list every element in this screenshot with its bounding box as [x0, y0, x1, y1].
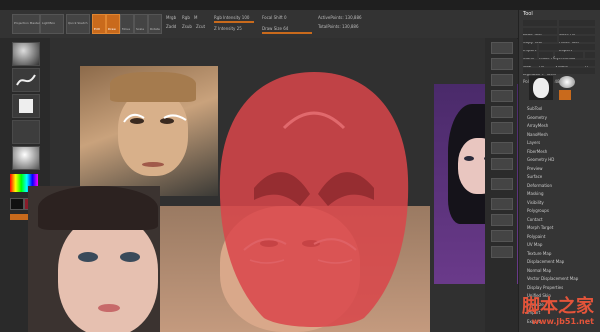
main-color-swatch[interactable] — [10, 198, 24, 210]
tool-subpalette-item[interactable]: Deformation — [527, 183, 552, 188]
tool-subpalette-item[interactable]: Display Properties — [527, 285, 563, 290]
tool-subpalette-item[interactable]: Masking — [527, 191, 544, 196]
polymesh-head[interactable] — [214, 68, 414, 332]
draw-size-fill — [262, 32, 312, 34]
menu-bar: AlphaBrushColorDocumentDrawEditFileLayer… — [0, 0, 600, 16]
rgb-intensity-slider[interactable]: Rgb Intensity 100 — [214, 15, 249, 20]
tool-subpalette-item[interactable]: Contact — [527, 217, 543, 222]
tool-subpalette-item[interactable]: Layers — [527, 140, 540, 145]
tool-subpalette-item[interactable]: SubTool — [527, 106, 542, 111]
rotate-mode-button[interactable]: Rotate — [148, 14, 162, 34]
tool-subpalette-item[interactable]: Texture Map — [527, 251, 551, 256]
tool-subpalette-item[interactable]: Displacement Map — [527, 259, 564, 264]
local-button[interactable] — [491, 178, 513, 190]
tool-subpalette-item[interactable]: Preview — [527, 166, 543, 171]
edit-mode-button[interactable]: Edit — [92, 14, 106, 34]
quick-sketch-button[interactable]: Quick Sketch — [66, 14, 90, 34]
watermark-title: 脚本之家 — [522, 296, 594, 317]
copy-tool-button[interactable]: Copy Tool — [523, 28, 557, 44]
all-button[interactable]: All — [539, 52, 553, 68]
reference-photo-top — [80, 66, 218, 196]
bpr-button[interactable] — [491, 42, 513, 54]
make-polymesh-button[interactable]: Make PolyMesh3D — [539, 44, 595, 60]
spix-button[interactable] — [491, 58, 513, 70]
move-mode-button[interactable]: Move — [120, 14, 134, 34]
tool-tray-title: Tool — [523, 11, 533, 17]
scale-mode-button[interactable]: Scale — [134, 14, 148, 34]
tool-subpalette-item[interactable]: Polygroups — [527, 208, 549, 213]
stroke-selector-icon[interactable] — [12, 68, 40, 92]
aahalf-button[interactable] — [491, 122, 513, 134]
tool-subpalette-item[interactable]: FiberMesh — [527, 149, 547, 154]
move-view-button[interactable] — [491, 214, 513, 226]
tool-subpalette-item[interactable]: ArrayMesh — [527, 123, 548, 128]
scale-view-button[interactable] — [491, 230, 513, 242]
tool-tray: Tool Load Tool Save As Copy Tool Paste T… — [518, 10, 600, 332]
tool-subpalette-item[interactable]: Geometry HD — [527, 157, 554, 162]
tool-subpalette-item[interactable]: Polypaint — [527, 234, 545, 239]
zcut-toggle[interactable]: Zcut — [196, 24, 205, 29]
document-canvas[interactable] — [28, 38, 518, 332]
rotate-view-button[interactable] — [491, 246, 513, 258]
tool-subpalette-item[interactable]: NanoMesh — [527, 132, 548, 137]
watermark-url: www.jb51.net — [531, 317, 594, 326]
tool-subpalette-item[interactable]: Geometry — [527, 115, 547, 120]
actual-button[interactable] — [491, 106, 513, 118]
right-canvas-shelf — [485, 38, 517, 332]
goz-button[interactable]: GoZ — [523, 52, 537, 68]
top-toolbar: Projection Master LightBox Quick Sketch … — [0, 10, 518, 39]
r-button[interactable]: R — [585, 52, 595, 68]
frame-button[interactable] — [491, 198, 513, 210]
tool-subpalette-item[interactable]: Normal Map — [527, 268, 551, 273]
import-button[interactable]: Import — [523, 36, 557, 52]
draw-size-slider[interactable]: Draw Size 64 — [262, 26, 288, 31]
clone-button[interactable]: Clone — [523, 44, 537, 60]
alpha-selector-icon[interactable] — [12, 94, 40, 118]
tool-subpalette-item[interactable]: Surface — [527, 174, 542, 179]
rgb-toggle[interactable]: Rgb — [182, 15, 190, 20]
load-tool-button[interactable]: Load Tool — [523, 20, 557, 36]
reference-illustration-left — [28, 186, 160, 332]
floor-button[interactable] — [491, 158, 513, 170]
active-points-readout: ActivePoints: 130,886 — [318, 15, 362, 20]
zsub-toggle[interactable]: Zsub — [182, 24, 192, 29]
zoom-button[interactable] — [491, 90, 513, 102]
simple-brush-icon[interactable] — [559, 90, 571, 100]
material-selector-icon[interactable] — [12, 146, 40, 170]
visible-button[interactable]: Visible — [555, 52, 583, 68]
texture-selector-icon[interactable] — [12, 120, 40, 144]
current-tool-thumbnail[interactable] — [529, 76, 553, 100]
paste-tool-button[interactable]: Paste Tool — [559, 28, 595, 44]
watermark: 脚本之家 www.jb51.net — [522, 296, 594, 327]
lightbox-tools-button[interactable]: Lightbox > Tools — [523, 60, 595, 76]
export-button[interactable]: Export — [559, 36, 595, 52]
zadd-toggle[interactable]: Zadd — [166, 24, 176, 29]
current-tool-label: PolyMesh3D_1. 48 — [523, 68, 595, 84]
tool-subpalette-list: SubTool Geometry ArrayMesh NanoMesh Layers Fi… — [523, 106, 597, 328]
rgb-intensity-fill — [214, 21, 254, 23]
draw-mode-button[interactable]: Draw — [106, 14, 120, 34]
focal-shift-slider[interactable]: Focal Shift 0 — [262, 15, 287, 20]
save-as-button[interactable]: Save As — [559, 20, 595, 36]
m-toggle[interactable]: M — [194, 15, 197, 20]
tool-subpalette-item[interactable]: UV Map — [527, 242, 542, 247]
total-points-readout: TotalPoints: 130,886 — [318, 24, 359, 29]
tool-subpalette-item[interactable]: Morph Target — [527, 225, 553, 230]
projection-master-button[interactable]: Projection Master — [12, 14, 40, 34]
tool-subpalette-item[interactable]: Vector Displacement Map — [527, 276, 578, 281]
lightbox-button[interactable]: LightBox — [40, 14, 64, 34]
brush-selector-icon[interactable] — [12, 42, 40, 66]
sphere-tool-icon[interactable] — [559, 76, 575, 88]
mrgb-toggle[interactable]: Mrgb — [166, 15, 176, 20]
z-intensity-slider[interactable]: Z Intensity 25 — [214, 26, 242, 31]
persp-button[interactable] — [491, 142, 513, 154]
tool-subpalette-item[interactable]: Visibility — [527, 200, 544, 205]
scroll-button[interactable] — [491, 74, 513, 86]
